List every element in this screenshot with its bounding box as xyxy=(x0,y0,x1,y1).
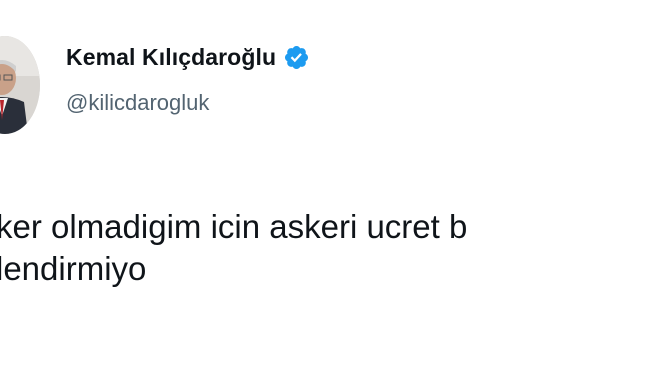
avatar[interactable] xyxy=(0,36,40,134)
tweet-text: ker olmadigim icin askeri ucret b lendir… xyxy=(0,206,672,290)
author-handle[interactable]: @kilicdarogluk xyxy=(66,90,209,116)
author-display-name[interactable]: Kemal Kılıçdaroğlu xyxy=(66,44,276,71)
tweet-text-line: lendirmiyo xyxy=(0,250,147,287)
author-name-row: Kemal Kılıçdaroğlu xyxy=(66,44,310,71)
verified-badge-icon xyxy=(283,44,310,71)
tweet-card: Kemal Kılıçdaroğlu @kilicdarogluk ker ol… xyxy=(0,0,672,378)
avatar-image xyxy=(0,36,40,134)
tweet-text-line: ker olmadigim icin askeri ucret b xyxy=(0,208,468,245)
